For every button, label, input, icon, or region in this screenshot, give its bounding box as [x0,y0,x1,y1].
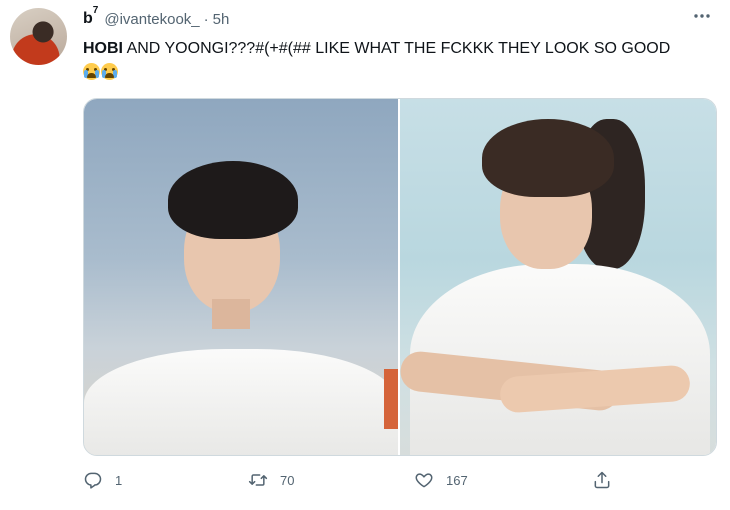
retweet-icon [248,474,268,486]
white-shirt-shape [84,349,398,455]
tweet-media[interactable] [83,98,717,456]
reply-button[interactable]: 1 [83,470,125,490]
tweet-header: b7 @ivantekook_ · 5h [83,5,230,30]
like-button[interactable]: 167 [414,470,468,490]
retweet-count: 70 [280,472,295,488]
reply-count: 1 [115,472,123,488]
photo-right[interactable] [400,99,716,455]
hair-shape [482,119,614,197]
ellipsis-icon[interactable] [688,6,716,26]
tweet-text-body: AND YOONGI???#(+#(## LIKE WHAT THE FCKKK… [123,40,671,57]
neck-shape [212,299,250,329]
reply-icon [84,472,102,489]
heart-icon [415,473,433,488]
hair-shape [168,161,298,239]
tweet-actions: 1 70 167 [83,470,623,498]
user-handle[interactable]: @ivantekook_ [104,11,199,28]
loudly-crying-face-icon [101,63,118,80]
like-count: 167 [446,472,468,488]
separator-dot: · [203,10,209,28]
photo-left[interactable] [84,99,398,455]
retweet-button[interactable]: 70 [248,470,294,490]
avatar[interactable] [10,8,67,65]
tweet-text: HOBI AND YOONGI???#(+#(## LIKE WHAT THE … [83,37,683,85]
loudly-crying-face-icon [83,63,100,80]
display-name[interactable]: b7 [83,5,98,28]
tweet-timestamp[interactable]: 5h [213,11,230,28]
tweet-text-bold: HOBI [83,40,123,57]
share-icon [594,471,610,489]
background-object [384,369,398,429]
share-button[interactable] [592,470,624,490]
